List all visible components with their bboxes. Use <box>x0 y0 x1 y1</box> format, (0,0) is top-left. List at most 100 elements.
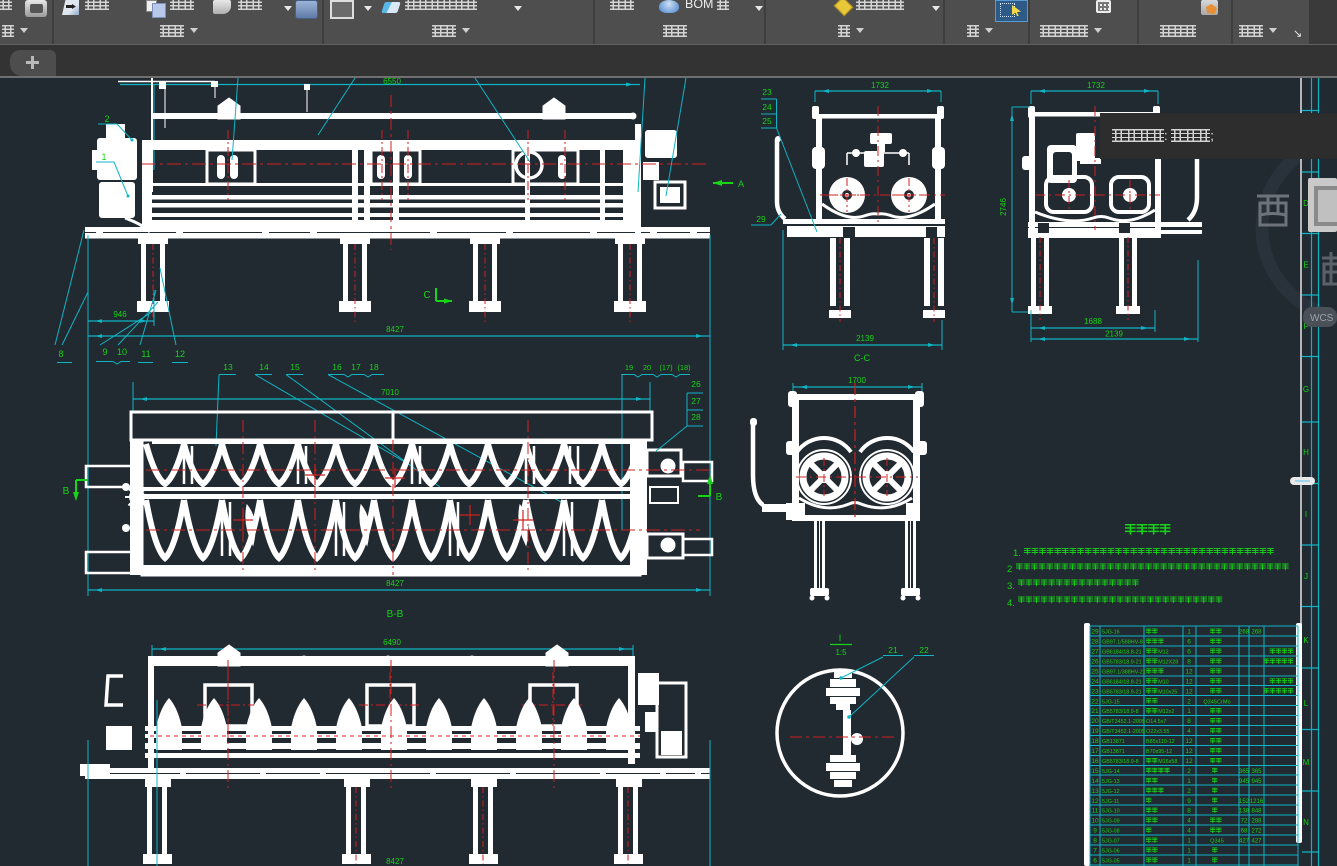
svg-text:GB/T3452.1-2005: GB/T3452.1-2005 <box>1102 729 1145 735</box>
svg-text:18: 18 <box>1091 738 1099 745</box>
svg-text:1: 1 <box>1187 629 1191 636</box>
svg-text:6550: 6550 <box>383 77 401 86</box>
svg-text:M10x25: M10x25 <box>1158 689 1177 695</box>
svg-text:427: 427 <box>1251 839 1262 845</box>
svg-text:Q345CrMo: Q345CrMo <box>1203 699 1230 705</box>
svg-text:23: 23 <box>1091 688 1099 695</box>
svg-text:22: 22 <box>1091 698 1099 705</box>
svg-text:1: 1 <box>101 152 106 162</box>
svg-text:GB13871: GB13871 <box>1102 749 1125 755</box>
svg-text:365: 365 <box>1239 769 1250 775</box>
svg-text:22: 22 <box>919 645 929 655</box>
svg-text:12: 12 <box>1185 688 1193 695</box>
svg-text:1732: 1732 <box>1087 81 1105 90</box>
svg-text:11: 11 <box>141 349 150 359</box>
svg-text:25: 25 <box>762 116 772 126</box>
svg-text:28: 28 <box>1091 639 1099 646</box>
svg-text:6490: 6490 <box>383 638 401 647</box>
svg-text:21: 21 <box>888 645 898 655</box>
svg-text:B: B <box>716 492 723 503</box>
svg-text:14: 14 <box>1091 778 1099 785</box>
svg-text:2: 2 <box>1007 564 1012 575</box>
svg-text:5JG-08: 5JG-08 <box>1102 829 1120 835</box>
svg-text:8: 8 <box>58 349 63 359</box>
svg-text:10: 10 <box>117 347 127 357</box>
svg-text:7: 7 <box>1093 848 1097 855</box>
svg-text:8: 8 <box>1187 808 1191 815</box>
svg-text:2139: 2139 <box>1105 330 1123 339</box>
svg-text:17: 17 <box>351 362 361 372</box>
svg-text:C-C: C-C <box>854 353 870 363</box>
svg-text:C: C <box>423 290 430 301</box>
svg-text:1.: 1. <box>1013 548 1021 559</box>
svg-text:GB5783/18.9-21: GB5783/18.9-21 <box>1102 659 1142 665</box>
svg-text:I: I <box>1305 510 1307 519</box>
svg-text:GB5783/18.9-8: GB5783/18.9-8 <box>1102 709 1139 715</box>
svg-text:M10: M10 <box>1158 679 1169 685</box>
svg-text:24: 24 <box>762 102 772 112</box>
svg-text:15: 15 <box>1091 768 1099 775</box>
svg-text:12: 12 <box>1185 678 1193 685</box>
svg-text:3.: 3. <box>1007 581 1015 592</box>
svg-text:J: J <box>1304 572 1308 581</box>
svg-text:24: 24 <box>1091 678 1099 685</box>
svg-text:5JG-12: 5JG-12 <box>1102 789 1120 795</box>
svg-text:1:5: 1:5 <box>835 648 847 657</box>
svg-text:2: 2 <box>1187 768 1191 775</box>
svg-text:12: 12 <box>1185 738 1193 745</box>
svg-text:5JG-15: 5JG-15 <box>1102 699 1120 705</box>
svg-text:8: 8 <box>1187 658 1191 665</box>
svg-text:1688: 1688 <box>1084 317 1102 326</box>
svg-text:E: E <box>1303 261 1308 270</box>
svg-text:GB5783/18.9-21: GB5783/18.9-21 <box>1102 689 1142 695</box>
svg-text:B: B <box>63 486 70 497</box>
svg-text:12: 12 <box>1185 758 1193 765</box>
svg-text:272: 272 <box>1251 829 1262 835</box>
svg-text:5JG-07: 5JG-07 <box>1102 839 1120 845</box>
svg-text:M: M <box>1303 758 1310 767</box>
svg-text:(18): (18) <box>677 363 691 372</box>
svg-text:946: 946 <box>113 310 127 319</box>
svg-text:4: 4 <box>1187 828 1191 835</box>
svg-text:19: 19 <box>625 363 633 372</box>
svg-text:2139: 2139 <box>856 334 874 343</box>
svg-text:6: 6 <box>1093 857 1097 864</box>
svg-text:9: 9 <box>1187 798 1191 805</box>
svg-text:5JG-16: 5JG-16 <box>1102 630 1120 636</box>
svg-text:B-B: B-B <box>387 609 404 620</box>
svg-text:I: I <box>839 633 842 643</box>
svg-text:L: L <box>1304 699 1309 708</box>
svg-text:945: 945 <box>1251 779 1262 785</box>
svg-text:GB/T3452.1-2005: GB/T3452.1-2005 <box>1102 719 1145 725</box>
svg-text:K: K <box>1303 636 1309 645</box>
svg-text:15: 15 <box>290 362 300 372</box>
svg-text:11: 11 <box>1092 808 1099 815</box>
svg-text:GB97.1/588HV-8: GB97.1/588HV-8 <box>1102 640 1143 646</box>
svg-text:848: 848 <box>1251 809 1262 815</box>
svg-text:7010: 7010 <box>381 388 399 397</box>
svg-text:16: 16 <box>332 362 342 372</box>
svg-text:2: 2 <box>1187 698 1191 705</box>
svg-text:M12X28: M12X28 <box>1158 659 1178 665</box>
svg-text:427: 427 <box>1239 839 1250 845</box>
svg-text:8427: 8427 <box>386 325 404 334</box>
svg-text:29: 29 <box>756 214 766 224</box>
svg-text:25: 25 <box>1091 668 1099 675</box>
svg-text:5JG-10: 5JG-10 <box>1102 809 1120 815</box>
svg-text:1216: 1216 <box>1250 799 1264 805</box>
svg-text:M12x2: M12x2 <box>1158 709 1174 715</box>
svg-text:2: 2 <box>1187 788 1191 795</box>
svg-text:B85x110-12: B85x110-12 <box>1146 739 1175 745</box>
svg-text:GB13871: GB13871 <box>1102 739 1125 745</box>
svg-text:13: 13 <box>1091 788 1099 795</box>
svg-text:16: 16 <box>1091 758 1099 765</box>
svg-text:8427: 8427 <box>386 857 404 866</box>
svg-text:5JG-11: 5JG-11 <box>1102 799 1119 805</box>
svg-text:5JG-09: 5JG-09 <box>1102 819 1120 825</box>
svg-text:12: 12 <box>1091 798 1099 805</box>
svg-text:20: 20 <box>643 363 651 372</box>
svg-text:8: 8 <box>1187 718 1191 725</box>
svg-text:138: 138 <box>1239 809 1250 815</box>
svg-text:5JG-13: 5JG-13 <box>1102 779 1120 785</box>
svg-text:M12: M12 <box>1158 650 1169 656</box>
